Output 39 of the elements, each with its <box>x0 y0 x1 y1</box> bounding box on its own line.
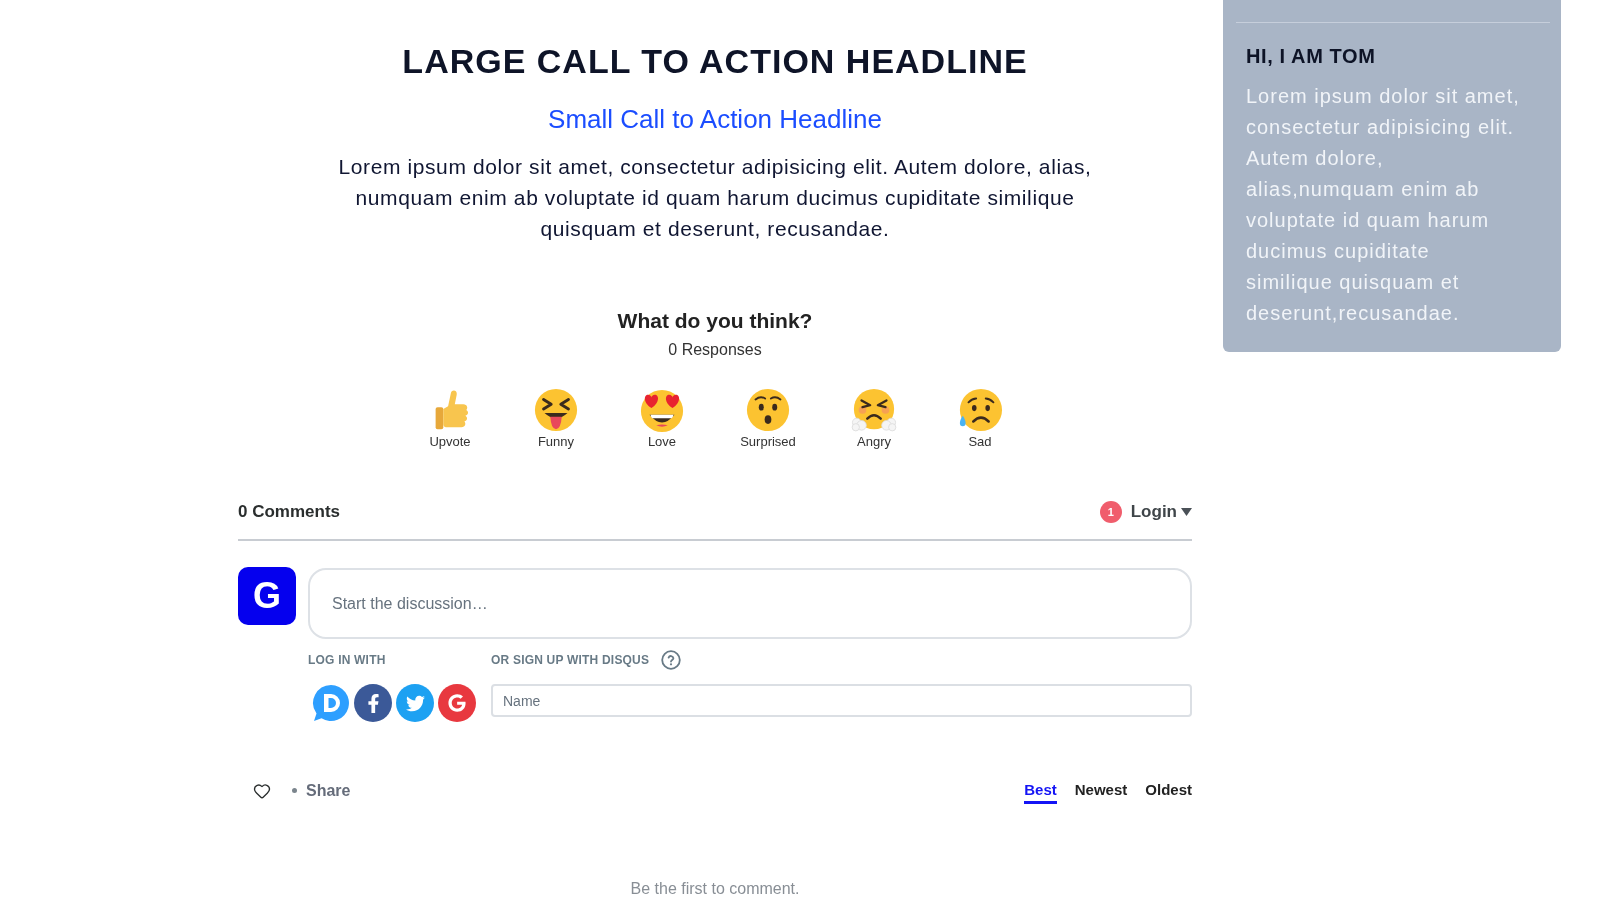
steaming-face-icon <box>851 387 897 433</box>
sort-tab[interactable]: Best <box>1024 777 1057 804</box>
reaction-button[interactable]: Upvote <box>427 387 473 450</box>
sad-sweat-face-icon <box>957 387 1003 433</box>
comment-input-field[interactable]: Start the discussion… <box>308 568 1192 639</box>
heart-icon[interactable] <box>253 781 271 800</box>
reaction-button[interactable]: Funny <box>533 387 579 450</box>
reaction-button[interactable]: Angry <box>851 387 897 450</box>
user-avatar: G <box>238 567 296 625</box>
dot-icon <box>292 788 297 793</box>
author-card-text: Lorem ipsum dolor sit amet, consectetur adipisicing elit. Autem dolore, alias,numquam enim ab voluptate id quam harum ducimus cupiditate similique quisquam et deserunt,recusandae. <box>1246 84 1521 326</box>
caret-icon <box>1181 508 1192 516</box>
facebook-icon[interactable] <box>354 684 392 722</box>
author-card-title: HI, I AM TOM <box>1246 44 1377 69</box>
share-button[interactable]: Share <box>306 779 351 802</box>
sort-tab[interactable]: Oldest <box>1145 777 1192 804</box>
page-subheadline: Small Call to Action Headline <box>548 103 882 136</box>
login-with-label: LOG IN WITH <box>308 652 386 668</box>
help-icon[interactable] <box>661 650 682 670</box>
login-menu-button[interactable]: Login <box>1130 500 1192 524</box>
disqus-icon[interactable] <box>312 684 350 722</box>
reactions-title: What do you think? <box>617 308 813 334</box>
heart-eyes-face-icon <box>639 387 685 433</box>
reaction-button[interactable]: Sad <box>957 387 1003 450</box>
signup-label: OR SIGN UP WITH DISQUS <box>491 652 650 668</box>
notification-count: 1 <box>1099 501 1122 523</box>
reaction-button[interactable]: Surprised <box>740 387 796 450</box>
intro-paragraph: Lorem ipsum dolor sit amet, consectetur adipisicing elit. Autem dolore, alias, numquam enim ab voluptate id quam harum ducimus cupiditate similique quisquam et deserunt, recusandae. <box>337 154 1093 242</box>
name-input-field[interactable]: Name <box>491 684 1192 717</box>
tongue-out-face-icon <box>533 387 579 433</box>
reaction-button[interactable]: Love <box>639 387 685 450</box>
sort-tab[interactable]: Newest <box>1074 777 1128 804</box>
empty-comments-message: Be the first to comment. <box>630 879 800 899</box>
surprised-face-icon <box>745 387 791 433</box>
twitter-icon[interactable] <box>396 684 434 722</box>
google-icon[interactable] <box>438 684 476 722</box>
responses-count: 0 Responses <box>668 340 762 360</box>
page-headline: LARGE CALL TO ACTION HEADLINE <box>402 41 1028 82</box>
comments-count: 0 Comments <box>238 501 341 523</box>
